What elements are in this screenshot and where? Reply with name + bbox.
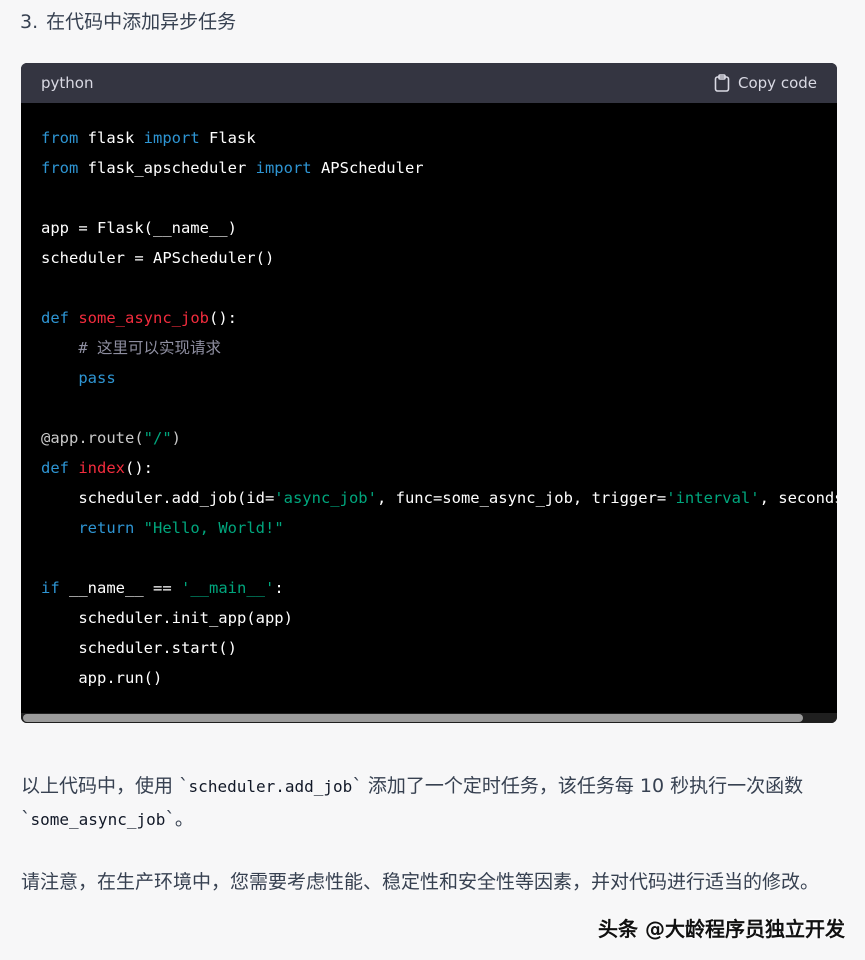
code-token: @app.route(: [41, 429, 144, 447]
code-line: scheduler.init_app(app): [41, 603, 837, 633]
code-token: some_async_job: [78, 309, 209, 327]
code-token: app = Flask(__name__): [41, 219, 237, 237]
code-token: , seconds=: [759, 489, 837, 507]
code-token: __name__ ==: [59, 579, 181, 597]
code-token: import: [255, 159, 312, 177]
copy-code-label: Copy code: [738, 74, 817, 92]
code-token: scheduler.start(): [41, 639, 237, 657]
code-token: pass: [78, 369, 116, 387]
code-token: flask_apscheduler: [78, 159, 256, 177]
code-token: app.run(): [41, 669, 163, 687]
paragraph-text: `。: [165, 808, 194, 830]
inline-code-some-async-job: some_async_job: [30, 810, 166, 829]
code-token: "/": [143, 429, 172, 447]
code-token: '__main__': [181, 579, 275, 597]
code-token: ): [171, 429, 181, 447]
code-token: from: [41, 129, 79, 147]
code-line: scheduler.add_job(id='async_job', func=s…: [41, 483, 837, 513]
code-language-label: python: [41, 74, 94, 92]
code-line: return "Hello, World!": [41, 513, 837, 543]
code-block: python Copy code from flask import Flask…: [21, 63, 837, 723]
code-body[interactable]: from flask import Flask from flask_apsche…: [21, 103, 837, 723]
code-line: scheduler.start(): [41, 633, 837, 663]
code-token: def: [41, 459, 69, 477]
step-heading: 3. 在代码中添加异步任务: [20, 8, 236, 36]
code-token: flask: [78, 129, 144, 147]
note-paragraph: 请注意，在生产环境中，您需要考虑性能、稳定性和安全性等因素，并对代码进行适当的修…: [21, 871, 820, 893]
code-token: Flask: [199, 129, 256, 147]
code-line: app = Flask(__name__): [41, 213, 837, 243]
watermark: 头条 @大龄程序员独立开发: [598, 917, 845, 941]
code-token: "Hello, World!": [143, 519, 284, 537]
code-line: from flask_apscheduler import APSchedule…: [41, 153, 837, 183]
code-token: scheduler.init_app(app): [41, 609, 293, 627]
code-token: index: [78, 459, 126, 477]
horizontal-scrollbar[interactable]: [21, 713, 837, 723]
step-number: 3.: [20, 11, 39, 33]
code-line: def some_async_job():: [41, 303, 837, 333]
code-token: if: [41, 579, 60, 597]
code-line: from flask import Flask: [41, 123, 837, 153]
code-token: :: [274, 579, 284, 597]
code-token: from: [41, 159, 79, 177]
code-token: APScheduler: [311, 159, 424, 177]
scrollbar-thumb[interactable]: [23, 714, 803, 722]
code-token: 'interval': [666, 489, 760, 507]
code-token: 'async_job': [274, 489, 377, 507]
code-token: ():: [209, 309, 237, 327]
code-token: scheduler = APScheduler(): [41, 249, 275, 267]
code-line: # 这里可以实现请求: [41, 333, 837, 363]
code-token: # 这里可以实现请求: [78, 339, 221, 357]
explanation-paragraph: 以上代码中，使用 `scheduler.add_job` 添加了一个定时任务，该…: [21, 770, 831, 836]
code-line: def index():: [41, 453, 837, 483]
code-line: app.run(): [41, 663, 837, 693]
code-token: scheduler.add_job(id=: [41, 489, 275, 507]
code-token: def: [41, 309, 69, 327]
code-token: import: [143, 129, 200, 147]
copy-code-button[interactable]: Copy code: [714, 74, 817, 92]
paragraph-text: 以上代码中，使用 `: [21, 775, 189, 797]
code-header: python Copy code: [21, 63, 837, 103]
clipboard-icon: [714, 74, 730, 92]
step-title: 在代码中添加异步任务: [46, 11, 237, 33]
code-token: return: [78, 519, 135, 537]
code-text[interactable]: from flask import Flask from flask_apsche…: [21, 103, 837, 693]
code-token: ():: [125, 459, 154, 477]
code-token: , func=some_async_job, trigger=: [376, 489, 667, 507]
code-line: pass: [41, 363, 837, 393]
code-line: scheduler = APScheduler(): [41, 243, 837, 273]
inline-code-add-job: scheduler.add_job: [188, 777, 353, 796]
code-line: if __name__ == '__main__':: [41, 573, 837, 603]
code-line: @app.route("/"): [41, 423, 837, 453]
